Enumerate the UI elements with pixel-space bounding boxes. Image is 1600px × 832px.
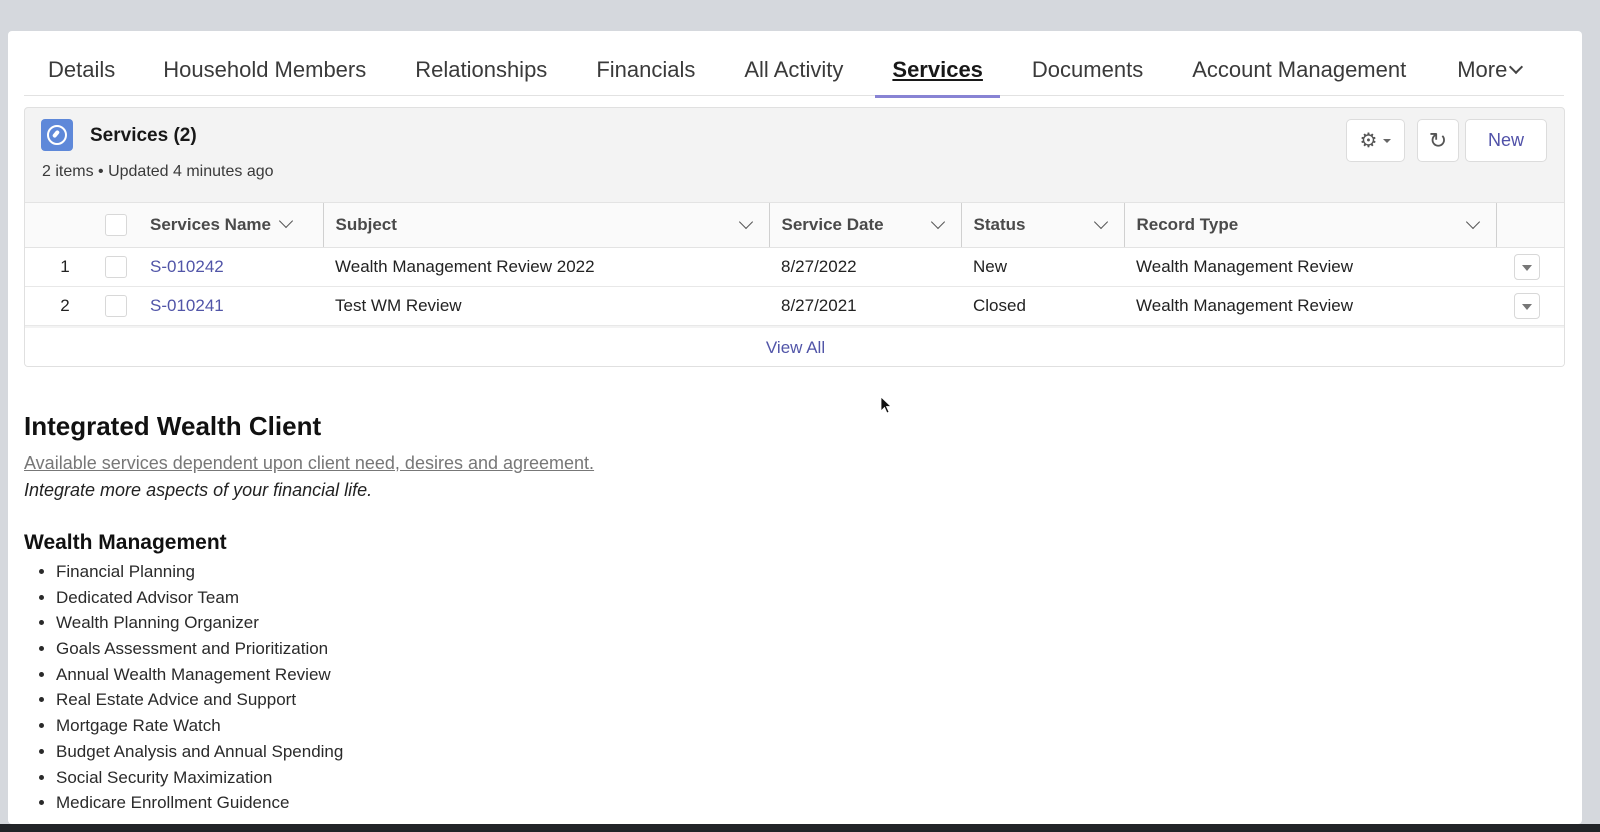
chevron-down-icon[interactable]	[738, 214, 753, 230]
column-label: Status	[973, 215, 1026, 234]
view-all-footer: View All	[25, 328, 1564, 366]
chevron-down-icon[interactable]	[1093, 214, 1108, 230]
tab-bar: Details Household Members Relationships …	[24, 51, 1564, 98]
list-item: Financial Planning	[56, 559, 594, 585]
column-label: Service Date	[781, 215, 884, 234]
status-cell: New	[961, 247, 1124, 287]
new-button[interactable]: New	[1465, 119, 1547, 162]
table-header-row: Services Name Subject Service Date Statu…	[25, 202, 1564, 248]
column-header-status[interactable]: Status	[960, 202, 1124, 248]
tab-label: All Activity	[744, 57, 844, 82]
tab-details[interactable]: Details	[48, 51, 115, 96]
record-page-card: Details Household Members Relationships …	[8, 31, 1582, 824]
chevron-down-icon	[1509, 59, 1524, 75]
row-checkbox[interactable]	[105, 256, 127, 278]
tab-label: More	[1457, 57, 1508, 82]
column-header-service-date[interactable]: Service Date	[768, 202, 961, 248]
select-all-checkbox[interactable]	[105, 214, 127, 236]
record-type-cell: Wealth Management Review	[1124, 286, 1496, 326]
row-number-header	[25, 202, 105, 248]
list-item: Real Estate Advice and Support	[56, 687, 594, 713]
content-tagline: Integrate more aspects of your financial…	[24, 480, 373, 500]
status-cell: Closed	[961, 286, 1124, 326]
tab-label: Account Management	[1192, 57, 1407, 82]
bottom-bar	[0, 824, 1600, 832]
row-actions-dropdown[interactable]	[1514, 254, 1540, 280]
chevron-down-icon[interactable]	[930, 214, 945, 230]
tab-services[interactable]: Services	[875, 51, 1000, 98]
tab-household-members[interactable]: Household Members	[163, 51, 366, 96]
service-date-cell: 8/27/2022	[769, 247, 961, 287]
list-item: Medicare Enrollment Guidence	[56, 790, 594, 816]
services-related-list: Services (2) 2 items • Updated 4 minutes…	[24, 107, 1565, 367]
list-item: Wealth Planning Organizer	[56, 610, 594, 636]
section-title: Wealth Management	[24, 531, 227, 554]
tab-label: Documents	[1031, 57, 1144, 82]
list-settings-button[interactable]: ⚙	[1346, 119, 1405, 162]
tab-financials[interactable]: Financials	[596, 51, 695, 96]
column-label: Subject	[335, 215, 397, 234]
tab-label: Services	[892, 57, 983, 82]
tab-account-management[interactable]: Account Management	[1192, 51, 1406, 96]
row-number: 2	[25, 286, 105, 326]
chevron-down-icon[interactable]	[1465, 214, 1480, 230]
list-item: Annual Wealth Management Review	[56, 662, 594, 688]
content-title: Integrated Wealth Client	[24, 411, 322, 441]
tab-label: Details	[48, 57, 116, 82]
tab-label: Household Members	[163, 57, 367, 82]
rich-text-content: Integrated Wealth Client Available servi…	[24, 411, 594, 816]
list-item: Social Security Maximization	[56, 765, 594, 791]
column-header-record-type[interactable]: Record Type	[1123, 202, 1496, 248]
list-item: Goals Assessment and Prioritization	[56, 636, 594, 662]
refresh-button[interactable]: ↻	[1417, 119, 1459, 162]
caret-down-icon	[1383, 138, 1392, 143]
column-header-services-name[interactable]: Services Name	[150, 202, 323, 248]
related-list-subtitle: 2 items • Updated 4 minutes ago	[42, 163, 274, 180]
service-list: Financial Planning Dedicated Advisor Tea…	[56, 559, 594, 816]
column-label: Services Name	[150, 215, 271, 234]
select-all-header	[105, 202, 150, 248]
tab-relationships[interactable]: Relationships	[415, 51, 547, 96]
table-row: 1 S-010242 Wealth Management Review 2022…	[25, 247, 1564, 287]
gear-icon: ⚙	[1359, 130, 1378, 152]
list-item: Budget Analysis and Annual Spending	[56, 739, 594, 765]
row-number: 1	[25, 247, 105, 287]
table-row: 2 S-010241 Test WM Review 8/27/2021 Clos…	[25, 286, 1564, 326]
record-type-cell: Wealth Management Review	[1124, 247, 1496, 287]
services-table: Services Name Subject Service Date Statu…	[25, 202, 1564, 326]
row-actions-dropdown[interactable]	[1514, 293, 1540, 319]
list-item: Dedicated Advisor Team	[56, 585, 594, 611]
mouse-cursor-icon	[880, 396, 893, 414]
column-label: Record Type	[1136, 215, 1239, 234]
tab-documents[interactable]: Documents	[1032, 51, 1143, 96]
service-date-cell: 8/27/2021	[769, 286, 961, 326]
row-actions-header	[1495, 202, 1564, 248]
chevron-down-icon[interactable]	[278, 213, 294, 229]
tab-all-activity[interactable]: All Activity	[744, 51, 843, 96]
column-header-subject[interactable]: Subject	[322, 202, 769, 248]
service-name-link[interactable]: S-010241	[150, 296, 224, 315]
services-disclaimer-link[interactable]: Available services dependent upon client…	[24, 453, 594, 474]
view-all-link[interactable]: View All	[766, 338, 825, 357]
subject-cell: Test WM Review	[323, 286, 769, 326]
row-checkbox[interactable]	[105, 295, 127, 317]
list-item: Mortgage Rate Watch	[56, 713, 594, 739]
subject-cell: Wealth Management Review 2022	[323, 247, 769, 287]
tab-label: Relationships	[415, 57, 548, 82]
related-list-title[interactable]: Services (2)	[90, 125, 197, 147]
tab-label: Financials	[596, 57, 696, 82]
refresh-icon: ↻	[1428, 127, 1448, 153]
service-compass-icon	[41, 119, 73, 151]
tab-more[interactable]: More	[1457, 51, 1524, 96]
service-name-link[interactable]: S-010242	[150, 257, 224, 276]
